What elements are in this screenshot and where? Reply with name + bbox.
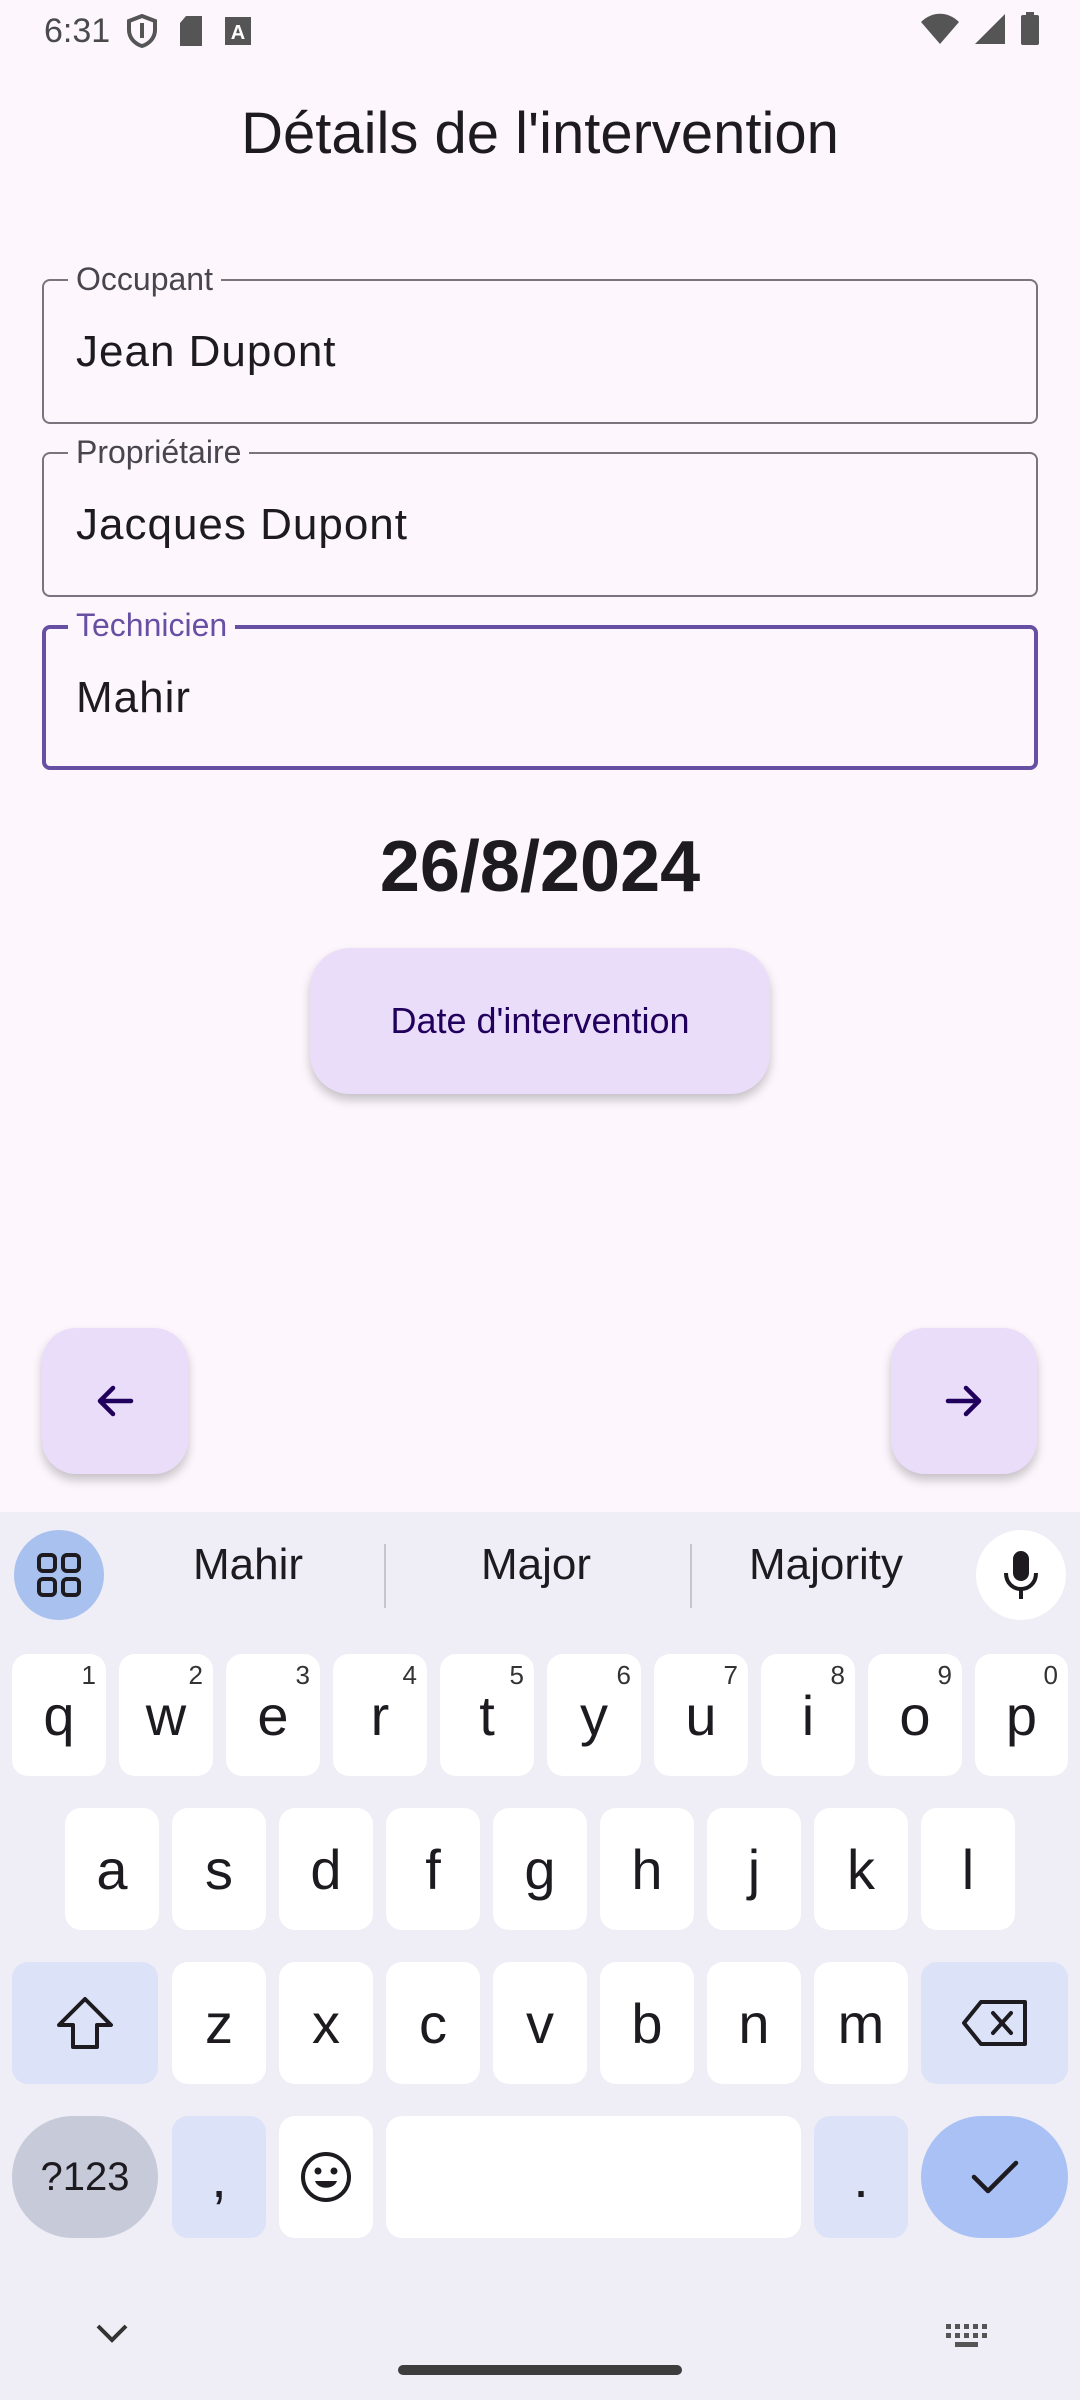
key-label: i [801, 1683, 815, 1747]
key-v[interactable]: v [493, 1962, 587, 2084]
status-bar: 6:31 A [0, 0, 1080, 62]
backspace-icon [961, 2000, 1027, 2046]
backspace-key[interactable] [921, 1962, 1068, 2084]
suggestion-divider [690, 1544, 692, 1608]
arrow-left-icon [97, 1385, 134, 1417]
key-q[interactable]: q1 [12, 1654, 106, 1776]
key-m[interactable]: m [814, 1962, 908, 2084]
key-k[interactable]: k [814, 1808, 908, 1930]
key-hint: 7 [723, 1660, 738, 1690]
key-o[interactable]: o9 [868, 1654, 962, 1776]
key-i[interactable]: i8 [761, 1654, 855, 1776]
key-hint: 0 [1043, 1660, 1058, 1690]
voice-input-button[interactable] [976, 1530, 1066, 1620]
apps-grid-button[interactable] [14, 1530, 104, 1620]
technicien-label: Technicien [68, 605, 236, 645]
key-d[interactable]: d [279, 1808, 373, 1930]
key-hint: 4 [402, 1660, 417, 1690]
status-time: 6:31 [44, 12, 111, 50]
key-hint: 2 [188, 1660, 203, 1690]
shift-key[interactable] [12, 1962, 158, 2084]
status-system-icons [920, 12, 1040, 46]
key-label: t [479, 1683, 495, 1747]
key-a[interactable]: a [65, 1808, 159, 1930]
key-label: u [685, 1683, 717, 1747]
key-s[interactable]: s [172, 1808, 266, 1930]
suggestion-3[interactable]: Majority [696, 1540, 956, 1590]
key-r[interactable]: r4 [333, 1654, 427, 1776]
key-hint: 8 [830, 1660, 845, 1690]
key-y[interactable]: y6 [547, 1654, 641, 1776]
intervention-date: 26/8/2024 [379, 827, 701, 907]
key-w[interactable]: w2 [119, 1654, 213, 1776]
key-label: y [580, 1683, 608, 1747]
key-hint: 1 [81, 1660, 96, 1690]
proprietaire-label: Propriétaire [68, 432, 250, 472]
signal-icon [975, 14, 1005, 44]
key-label: o [899, 1683, 931, 1747]
shift-icon [57, 1997, 113, 2049]
key-f[interactable]: f [386, 1808, 480, 1930]
key-hint: 6 [616, 1660, 631, 1690]
suggestion-bar: Mahir Major Majority [0, 1512, 1080, 1632]
key-label: w [145, 1683, 187, 1747]
check-icon [971, 2160, 1018, 2194]
key-l[interactable]: l [921, 1808, 1015, 1930]
key-u[interactable]: u7 [654, 1654, 748, 1776]
key-t[interactable]: t5 [440, 1654, 534, 1776]
key-label: p [1005, 1683, 1038, 1747]
key-x[interactable]: x [279, 1962, 373, 2084]
occupant-label: Occupant [68, 259, 221, 299]
key-h[interactable]: h [600, 1808, 694, 1930]
technicien-field[interactable]: Technicien Mahir [42, 605, 1038, 770]
key-hint: 5 [509, 1660, 524, 1690]
key-c[interactable]: c [386, 1962, 480, 2084]
sd-card-icon [180, 16, 202, 46]
shield-icon [127, 14, 157, 48]
emoji-icon [301, 2152, 351, 2202]
key-label: r [370, 1683, 390, 1747]
next-button[interactable] [891, 1328, 1037, 1474]
key-label: q [43, 1683, 75, 1747]
key-e[interactable]: e3 [226, 1654, 320, 1776]
key-hint: 3 [295, 1660, 310, 1690]
technicien-value: Mahir [76, 673, 192, 722]
wifi-icon [921, 13, 959, 44]
text-a-icon: A [225, 17, 251, 45]
occupant-field[interactable]: Occupant Jean Dupont [42, 259, 1038, 424]
arrow-right-icon [945, 1385, 982, 1417]
key-p[interactable]: p0 [975, 1654, 1068, 1776]
key-b[interactable]: b [600, 1962, 694, 2084]
proprietaire-field[interactable]: Propriétaire Jacques Dupont [42, 432, 1038, 597]
suggestion-divider [384, 1544, 386, 1608]
key-hint: 9 [937, 1660, 952, 1690]
suggestion-1[interactable]: Mahir [118, 1540, 378, 1590]
grid-icon [37, 1553, 81, 1597]
svg-text:A: A [231, 22, 245, 44]
status-notification-icons: A [126, 14, 252, 48]
suggestion-2[interactable]: Major [406, 1540, 666, 1590]
key-j[interactable]: j [707, 1808, 801, 1930]
key-z[interactable]: z [172, 1962, 266, 2084]
occupant-value: Jean Dupont [76, 327, 337, 376]
page-title: Détails de l'intervention [241, 101, 839, 166]
key-g[interactable]: g [493, 1808, 587, 1930]
chevron-down-icon[interactable] [94, 2322, 130, 2346]
home-indicator[interactable] [398, 2365, 682, 2375]
back-button[interactable] [42, 1328, 188, 1474]
keyboard-switch-icon[interactable] [944, 2320, 990, 2350]
microphone-icon [1004, 1551, 1038, 1599]
date-intervention-button[interactable]: Date d'intervention [310, 948, 770, 1094]
battery-icon [1021, 12, 1039, 45]
proprietaire-value: Jacques Dupont [76, 500, 408, 549]
key-n[interactable]: n [707, 1962, 801, 2084]
key-label: e [257, 1683, 289, 1747]
